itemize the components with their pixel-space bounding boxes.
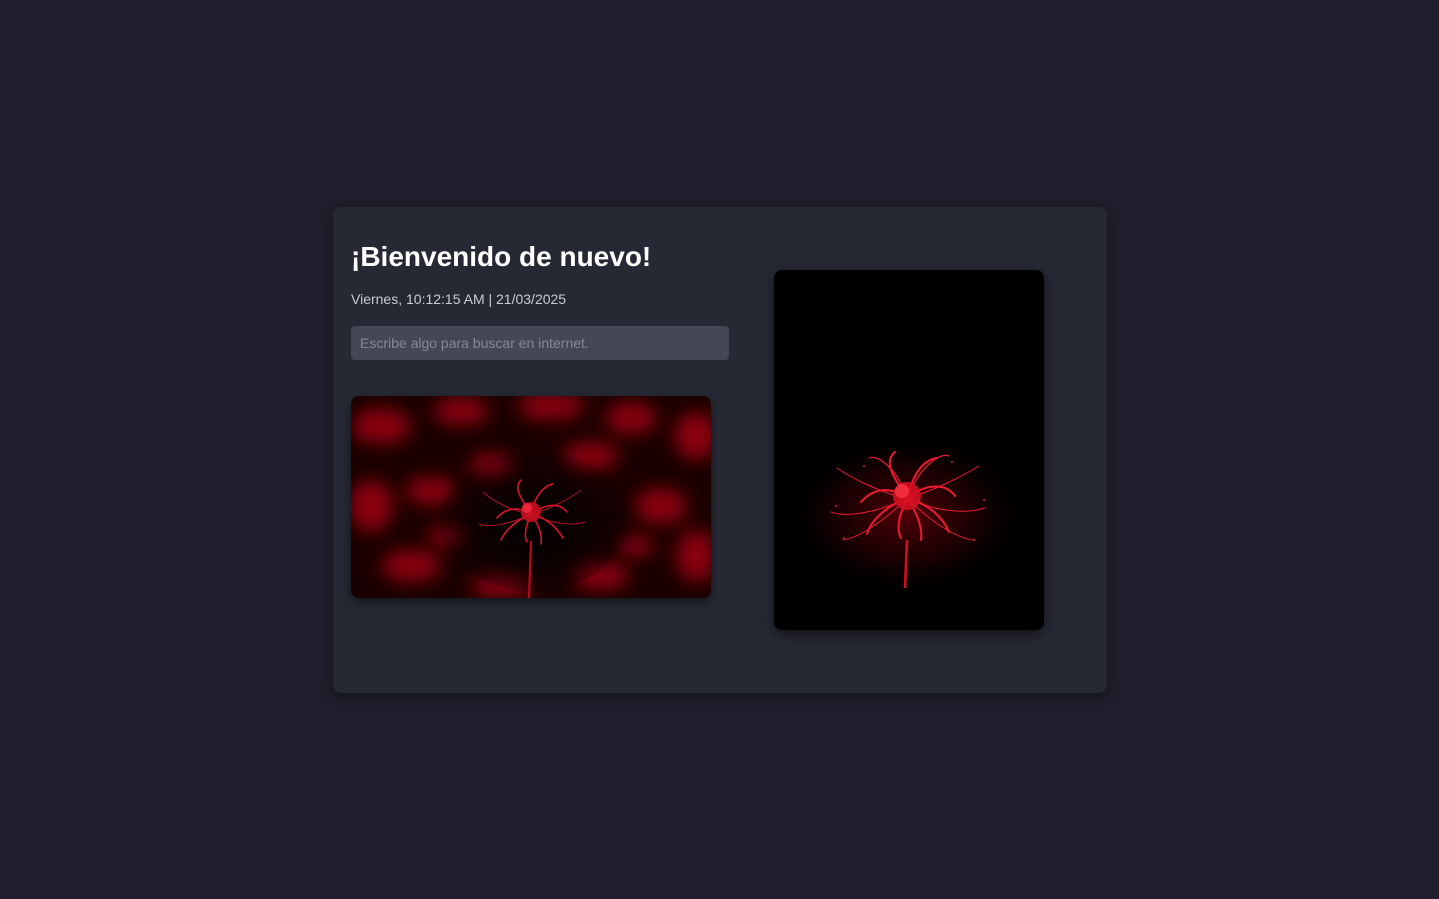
flower-photo-icon	[774, 270, 1044, 630]
datetime-display: Viernes, 10:12:15 AM | 21/03/2025	[351, 291, 567, 307]
flower-photo-icon	[351, 396, 711, 598]
page-title: ¡Bienvenido de nuevo!	[351, 241, 652, 272]
flower-image-landscape	[351, 396, 711, 598]
welcome-card: ¡Bienvenido de nuevo! Viernes, 10:12:15 …	[333, 207, 1107, 693]
search-input[interactable]	[351, 326, 729, 360]
flower-image-portrait	[774, 270, 1044, 630]
